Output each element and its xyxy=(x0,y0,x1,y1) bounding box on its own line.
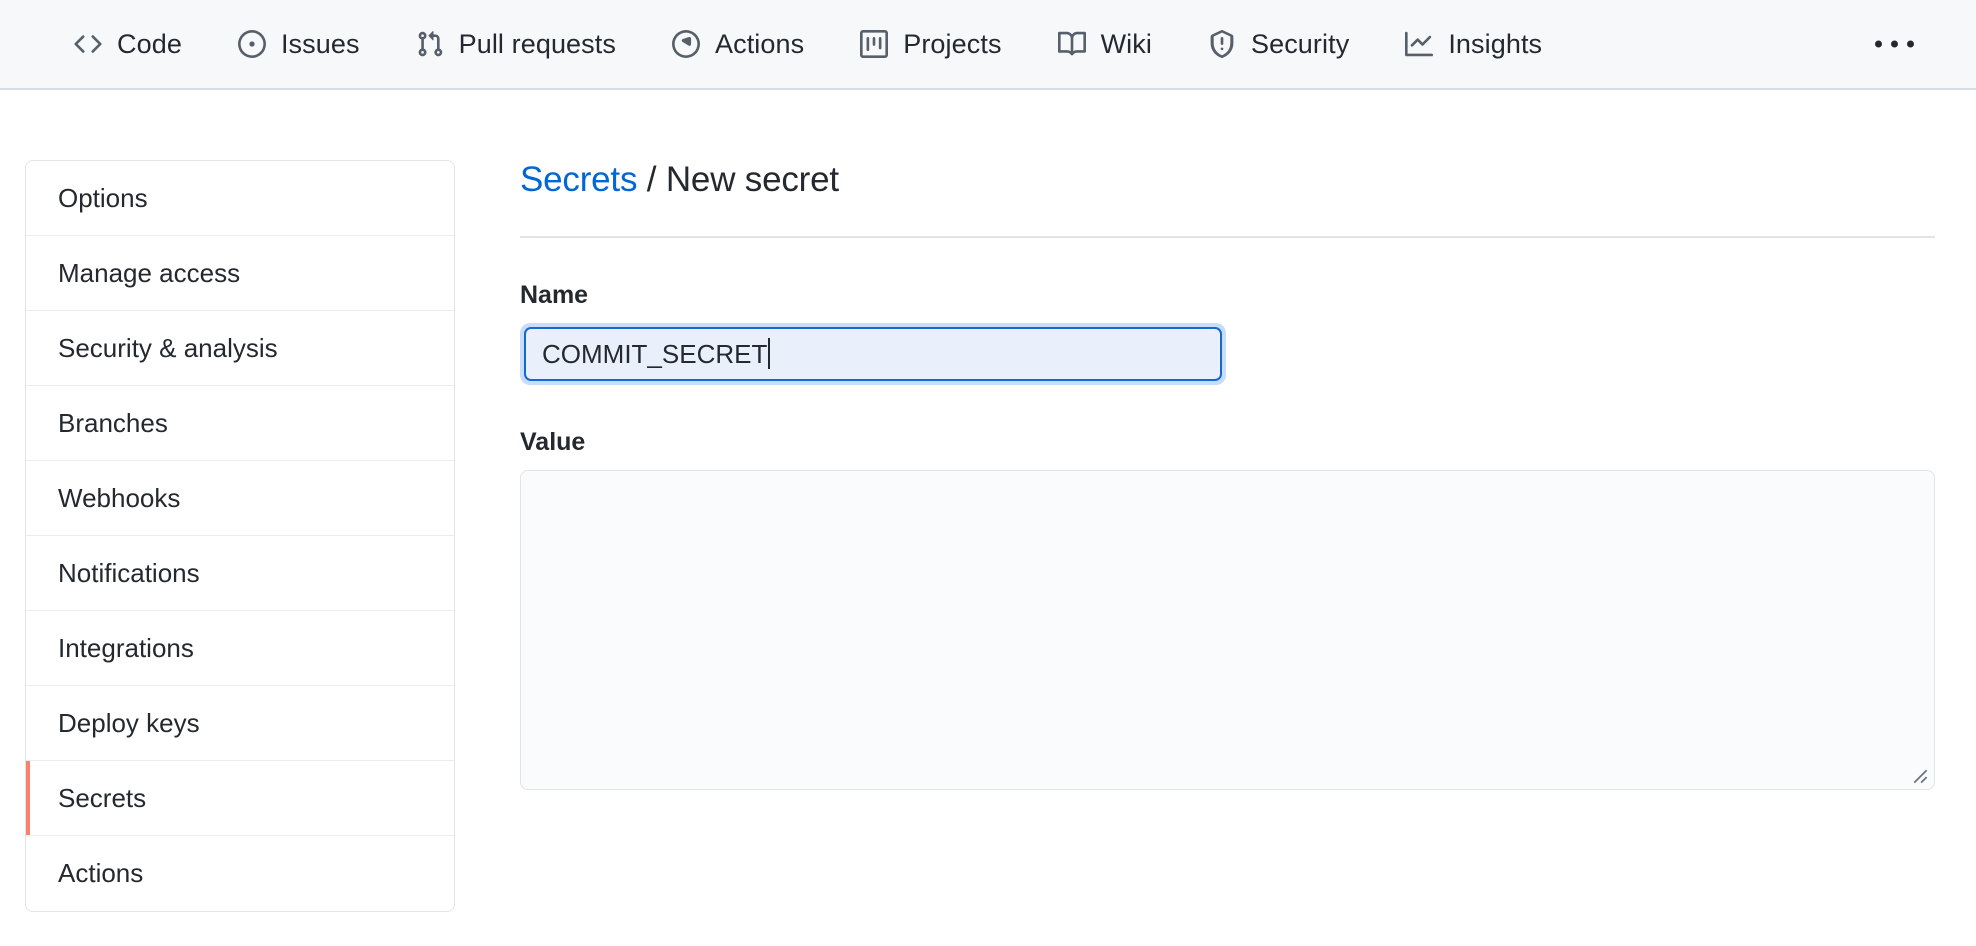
name-input-focus-ring: COMMIT_SECRET xyxy=(520,322,1226,385)
breadcrumb-secrets-link[interactable]: Secrets xyxy=(520,160,637,199)
nav-tab-issues[interactable]: Issues xyxy=(210,0,388,88)
nav-tab-wiki[interactable]: Wiki xyxy=(1030,0,1180,88)
kebab-horizontal-icon[interactable] xyxy=(1865,27,1924,62)
sidebar-item-secrets[interactable]: Secrets xyxy=(26,761,454,836)
issue-opened-icon xyxy=(237,30,266,58)
sidebar-item-webhooks[interactable]: Webhooks xyxy=(26,461,454,536)
sidebar-item-label: Manage access xyxy=(58,257,241,288)
nav-tab-actions-label: Actions xyxy=(714,28,805,59)
nav-tab-wiki-label: Wiki xyxy=(1100,28,1152,59)
breadcrumb-separator xyxy=(637,160,647,199)
sidebar-item-label: Integrations xyxy=(58,632,194,663)
secret-name-input[interactable]: COMMIT_SECRET xyxy=(524,326,1222,381)
nav-tab-projects[interactable]: Projects xyxy=(832,0,1029,88)
git-pull-request-icon xyxy=(416,30,444,58)
sidebar-item-label: Webhooks xyxy=(58,482,181,513)
play-circle-icon xyxy=(671,30,700,58)
nav-tab-insights[interactable]: Insights xyxy=(1377,0,1570,88)
sidebar-item-label: Secrets xyxy=(58,782,147,813)
secret-value-textarea[interactable] xyxy=(520,469,1935,790)
code-icon xyxy=(74,30,102,58)
repo-nav-items: Code Issues Pull requests Actions Projec xyxy=(0,0,1570,88)
sidebar-item-security-and-analysis[interactable]: Security & analysis xyxy=(26,311,454,386)
nav-tab-code[interactable]: Code xyxy=(46,0,210,88)
breadcrumb-current: New secret xyxy=(665,160,839,199)
kebab-dot xyxy=(1891,40,1898,48)
nav-tab-issues-label: Issues xyxy=(280,28,360,59)
name-input-text-holder: COMMIT_SECRET xyxy=(542,329,1204,379)
sidebar-item-actions[interactable]: Actions xyxy=(26,836,454,911)
settings-sidebar: Options Manage access Security & analysi… xyxy=(25,160,455,912)
page-title: Secrets / New secret xyxy=(520,150,1935,202)
sidebar-item-label: Options xyxy=(58,182,148,213)
nav-tab-pull-requests-label: Pull requests xyxy=(458,28,616,59)
sidebar-item-label: Actions xyxy=(58,858,144,888)
kebab-dot xyxy=(1907,40,1914,48)
nav-tab-pull-requests[interactable]: Pull requests xyxy=(388,0,644,88)
sidebar-item-integrations[interactable]: Integrations xyxy=(26,611,454,686)
nav-tab-projects-label: Projects xyxy=(903,28,1002,59)
sidebar-item-label: Security & analysis xyxy=(58,332,278,363)
sidebar-item-label: Branches xyxy=(58,407,168,438)
name-field-label: Name xyxy=(520,280,589,309)
sidebar-item-manage-access[interactable]: Manage access xyxy=(26,236,454,311)
nav-tab-actions[interactable]: Actions xyxy=(644,0,832,88)
nav-tab-security[interactable]: Security xyxy=(1180,0,1377,88)
text-cursor xyxy=(768,338,771,370)
repo-navigation-bar: Code Issues Pull requests Actions Projec xyxy=(0,0,1976,90)
nav-tab-security-label: Security xyxy=(1250,28,1350,59)
sidebar-item-label: Notifications xyxy=(58,557,200,588)
nav-tab-insights-label: Insights xyxy=(1448,28,1543,59)
value-field-label: Value xyxy=(520,427,586,456)
shield-alert-icon xyxy=(1208,30,1236,58)
resize-grip-icon[interactable] xyxy=(1906,762,1928,784)
project-board-icon xyxy=(860,30,889,58)
main-content: Secrets / New secret Name COMMIT_SECRET … xyxy=(520,150,1935,790)
nav-tab-code-label: Code xyxy=(117,28,182,59)
sidebar-item-options[interactable]: Options xyxy=(26,161,454,236)
kebab-dot xyxy=(1875,40,1882,48)
sidebar-item-label: Deploy keys xyxy=(58,707,200,738)
title-divider xyxy=(520,235,1935,238)
graph-line-icon xyxy=(1405,30,1434,58)
book-icon xyxy=(1057,30,1086,58)
sidebar-item-branches[interactable]: Branches xyxy=(26,386,454,461)
sidebar-item-deploy-keys[interactable]: Deploy keys xyxy=(26,686,454,761)
name-input-value: COMMIT_SECRET xyxy=(542,338,768,369)
sidebar-item-notifications[interactable]: Notifications xyxy=(26,536,454,611)
breadcrumb-separator-slash: / xyxy=(646,160,657,199)
